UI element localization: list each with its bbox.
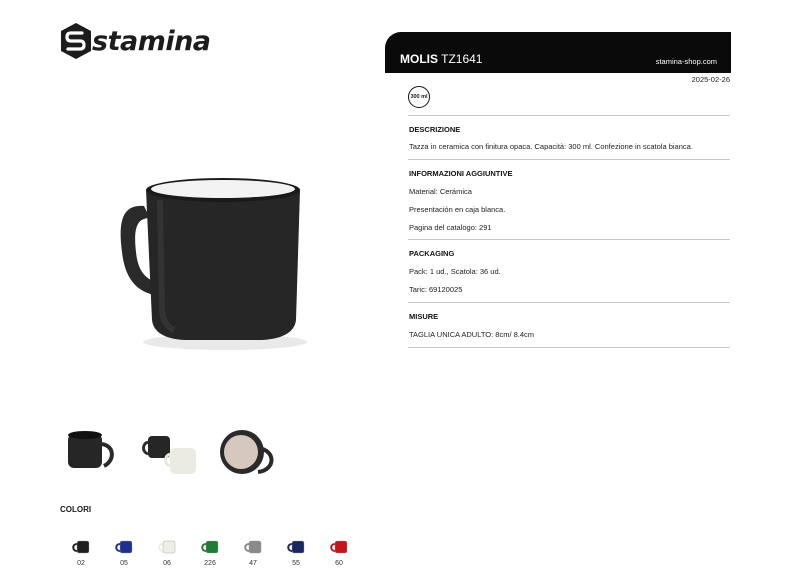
document-date: 2025-02-26	[691, 75, 730, 84]
thumbnail-strip	[62, 426, 302, 478]
stamina-hexagon-icon	[61, 23, 91, 59]
color-swatch-05[interactable]: 05	[109, 540, 139, 567]
mug-color-icon	[330, 540, 348, 554]
color-code: 60	[335, 560, 343, 567]
thumbnail-2[interactable]	[140, 426, 200, 478]
mug-color-icon	[72, 540, 90, 554]
mug-color-icon	[115, 540, 133, 554]
section-descrizione-title: DESCRIZIONE	[409, 125, 461, 134]
section-packaging-title: PACKAGING	[409, 249, 455, 258]
divider	[408, 159, 730, 160]
color-swatch-02[interactable]: 02	[66, 540, 96, 567]
section-misure-title: MISURE	[409, 312, 439, 321]
capacity-badge: 300 ml	[408, 86, 430, 108]
thumbnail-3[interactable]	[218, 426, 278, 478]
divider	[408, 302, 730, 303]
color-code: 06	[163, 560, 171, 567]
section-informazioni-line: Presentación en caja blanca.	[409, 205, 506, 214]
colors-heading: COLORI	[60, 505, 92, 514]
mug-color-icon	[201, 540, 219, 554]
color-swatch-226[interactable]: 226	[195, 540, 225, 567]
mug-color-icon	[287, 540, 305, 554]
color-swatch-55[interactable]: 55	[281, 540, 311, 567]
color-swatch-06[interactable]: 06	[152, 540, 182, 567]
product-code: TZ1641	[441, 52, 483, 66]
section-packaging-line: Pack: 1 ud., Scatola: 36 ud.	[409, 267, 501, 276]
divider	[408, 115, 730, 116]
brand-logo: stamina	[58, 20, 211, 62]
mug-color-icon	[158, 540, 176, 554]
section-misure-line: TAGLIA UNICA ADULTO: 8cm/ 8.4cm	[409, 330, 535, 339]
color-code: 47	[249, 560, 257, 567]
color-code: 55	[292, 560, 300, 567]
section-descrizione-text: Tazza in ceramica con finitura opaca. Ca…	[409, 142, 693, 151]
color-code: 02	[77, 560, 85, 567]
website-link[interactable]: stamina-shop.com	[656, 57, 717, 66]
product-header-bar: MOLIS TZ1641 stamina-shop.com	[385, 32, 731, 73]
brand-wordmark: stamina	[92, 25, 211, 57]
color-code: 226	[204, 560, 216, 567]
color-swatch-47[interactable]: 47	[238, 540, 268, 567]
section-informazioni-title: INFORMAZIONI AGGIUNTIVE	[409, 169, 513, 178]
section-informazioni-line: Pagina del catalogo: 291	[409, 223, 492, 232]
product-title: MOLIS TZ1641	[400, 52, 482, 66]
mug-color-icon	[244, 540, 262, 554]
divider	[408, 239, 730, 240]
product-image-mug	[120, 178, 307, 350]
color-swatch-60[interactable]: 60	[324, 540, 354, 567]
section-informazioni-line: Material: Cerámica	[409, 187, 472, 196]
color-code: 05	[120, 560, 128, 567]
product-name: MOLIS	[400, 52, 438, 66]
thumbnail-1[interactable]	[62, 426, 122, 478]
divider	[408, 347, 730, 348]
section-packaging-line: Taric: 69120025	[409, 285, 463, 294]
